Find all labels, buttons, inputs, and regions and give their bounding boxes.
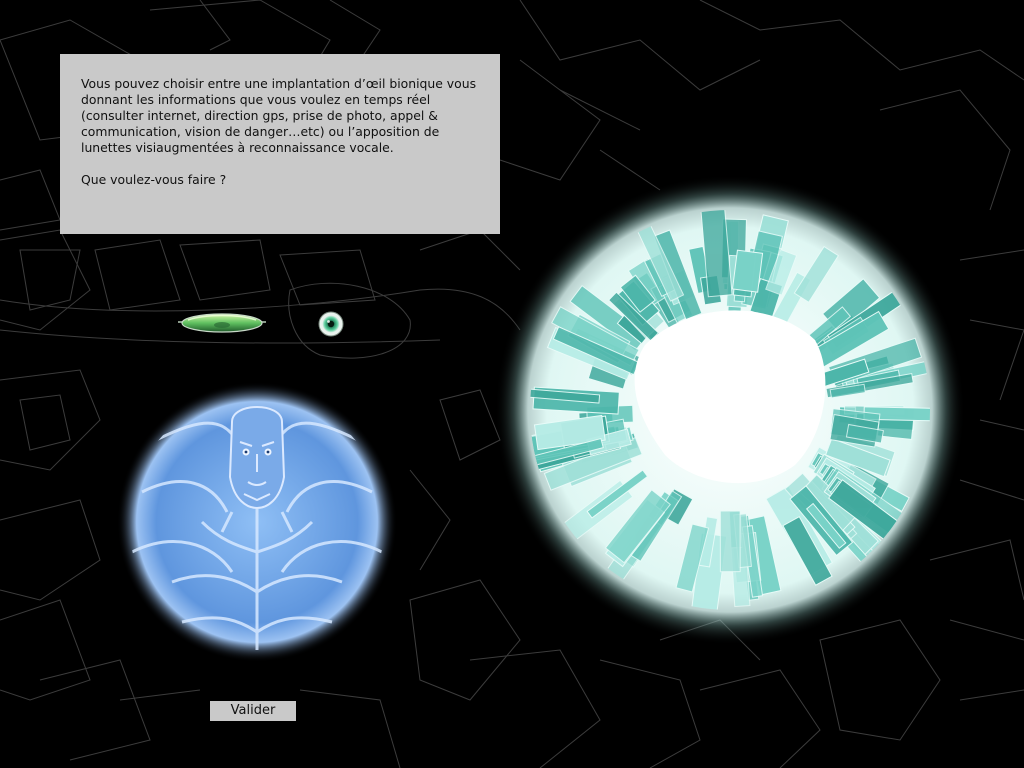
augmented-glasses-icon bbox=[178, 313, 266, 333]
game-screen: Vous pouvez choisir entre une implantati… bbox=[0, 0, 1024, 768]
validate-button[interactable]: Valider bbox=[210, 701, 296, 721]
building-tile bbox=[731, 249, 764, 293]
dialog-text: Vous pouvez choisir entre une implantati… bbox=[81, 76, 477, 155]
city-skyline-image bbox=[495, 175, 965, 645]
glasses-choice-button[interactable] bbox=[176, 310, 268, 338]
bionic-eye-choice-button[interactable] bbox=[318, 311, 344, 337]
anatomy-figure-image bbox=[112, 382, 402, 662]
bionic-eye-icon bbox=[318, 311, 344, 337]
dialog-question: Que voulez-vous faire ? bbox=[81, 172, 227, 187]
dialog-panel: Vous pouvez choisir entre une implantati… bbox=[60, 54, 500, 234]
building-tile bbox=[719, 510, 741, 573]
